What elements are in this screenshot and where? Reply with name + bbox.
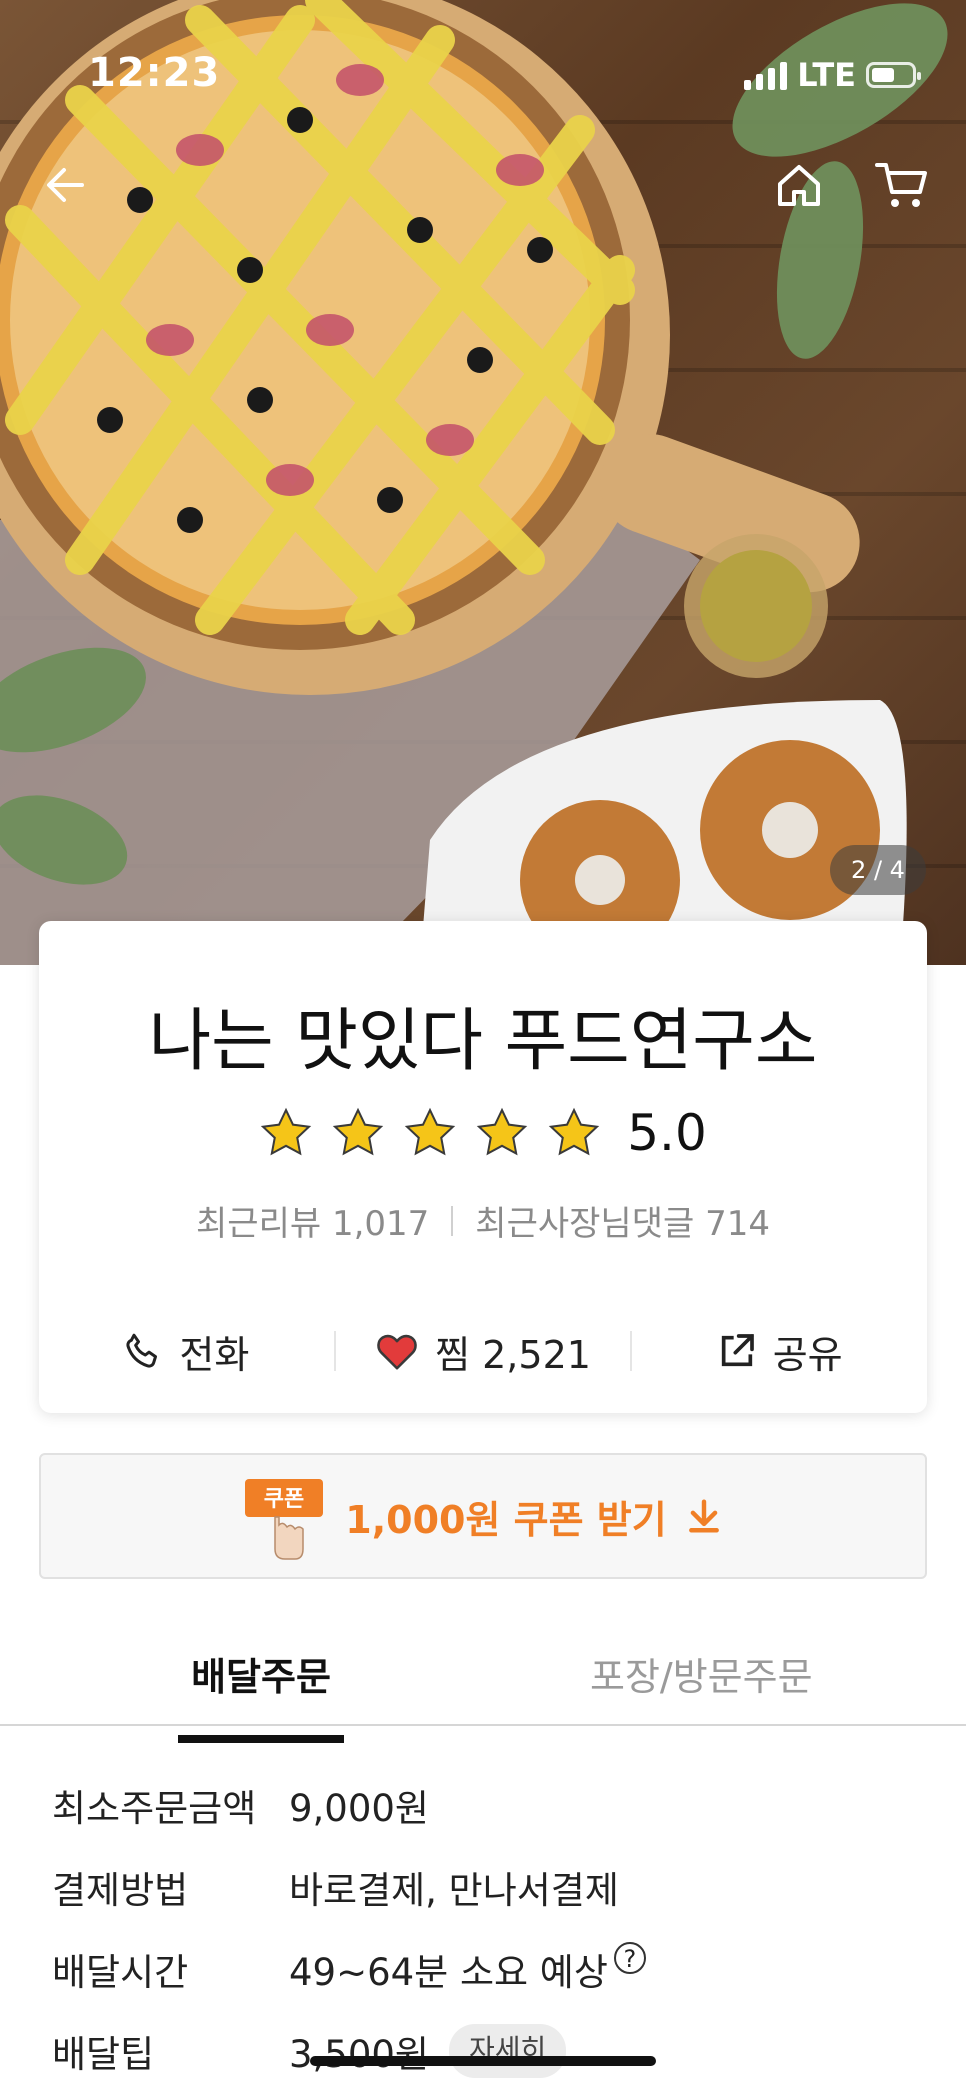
delivery-tip-row: 배달팁 3,500원 자세히 (52, 2024, 567, 2078)
battery-icon (866, 62, 921, 88)
coupon-download-button[interactable]: 쿠폰 1,000원 쿠폰 받기 (39, 1453, 927, 1579)
info-label: 배달팁 (52, 2033, 155, 2076)
share-button[interactable]: 공유 (632, 1324, 927, 1379)
phone-icon (126, 1333, 158, 1368)
share-icon (721, 1334, 754, 1367)
star-icon (549, 1107, 600, 1156)
tab-delivery[interactable]: 배달주문 (178, 1646, 344, 1743)
coupon-icon: 쿠폰 (245, 1479, 324, 1560)
coupon-label: 1,000원 쿠폰 받기 (345, 1497, 667, 1542)
tab-pickup[interactable]: 포장/방문주문 (590, 1646, 813, 1701)
status-indicators: LTE (744, 56, 921, 94)
star-icon (261, 1107, 312, 1156)
coupon-badge-text: 쿠폰 (264, 1487, 304, 1512)
info-value: 바로결제, 만나서결제 (289, 1869, 619, 1912)
back-button[interactable] (30, 150, 100, 220)
star-icon (333, 1107, 384, 1156)
heart-icon (377, 1334, 417, 1370)
min-order-row: 최소주문금액 9,000원 (52, 1778, 429, 1832)
store-hero-image[interactable]: 12:23 LTE 2 / 4 (0, 0, 966, 965)
divider (451, 1205, 454, 1236)
call-button[interactable]: 전화 (39, 1324, 334, 1379)
info-value: 3,500원 (289, 2033, 429, 2076)
order-type-tabs: 배달주문 포장/방문주문 (0, 1620, 966, 1743)
help-icon[interactable]: ? (613, 1942, 646, 1974)
store-rating: 5.0 (39, 1104, 927, 1162)
like-count: 찜 2,521 (435, 1332, 591, 1377)
home-indicator (310, 2056, 656, 2066)
food-photo (0, 0, 948, 965)
store-info-card: 나는 맛있다 푸드연구소 5.0 최근리뷰 1,017 최근사장님댓글 714 … (39, 921, 927, 1413)
info-label: 최소주문금액 (52, 1787, 257, 1830)
delivery-time-row: 배달시간 49~64분 소요 예상 ? (52, 1942, 646, 1996)
store-actions: 전화 찜 2,521 공유 (39, 1311, 927, 1391)
info-value: 9,000원 (289, 1787, 429, 1830)
call-label: 전화 (179, 1332, 250, 1377)
info-label: 배달시간 (52, 1951, 189, 1994)
star-icon (405, 1107, 456, 1156)
info-value: 49~64분 소요 예상 (289, 1951, 608, 1994)
status-time: 12:23 (88, 50, 221, 96)
download-arrow-icon (688, 1499, 719, 1533)
signal-icon (744, 60, 788, 90)
payment-method-row: 결제방법 바로결제, 만나서결제 (52, 1860, 619, 1914)
cart-icon (875, 163, 927, 207)
star-icon (477, 1107, 528, 1156)
home-icon (778, 165, 820, 206)
store-name: 나는 맛있다 푸드연구소 (148, 1002, 818, 1081)
recent-reviews-link[interactable]: 최근리뷰 1,017 (196, 1196, 429, 1245)
share-label: 공유 (772, 1332, 843, 1377)
arrow-left-icon (47, 168, 84, 202)
info-label: 결제방법 (52, 1869, 189, 1912)
tip-detail-button[interactable]: 자세히 (448, 2024, 567, 2078)
review-summary: 최근리뷰 1,017 최근사장님댓글 714 (39, 1196, 927, 1245)
network-label: LTE (797, 56, 856, 94)
like-button[interactable]: 찜 2,521 (336, 1324, 631, 1379)
image-counter: 2 / 4 (830, 845, 926, 895)
owner-replies-link[interactable]: 최근사장님댓글 714 (475, 1196, 770, 1245)
rating-value: 5.0 (627, 1104, 707, 1162)
cart-button[interactable] (866, 150, 936, 220)
home-button[interactable] (764, 150, 834, 220)
